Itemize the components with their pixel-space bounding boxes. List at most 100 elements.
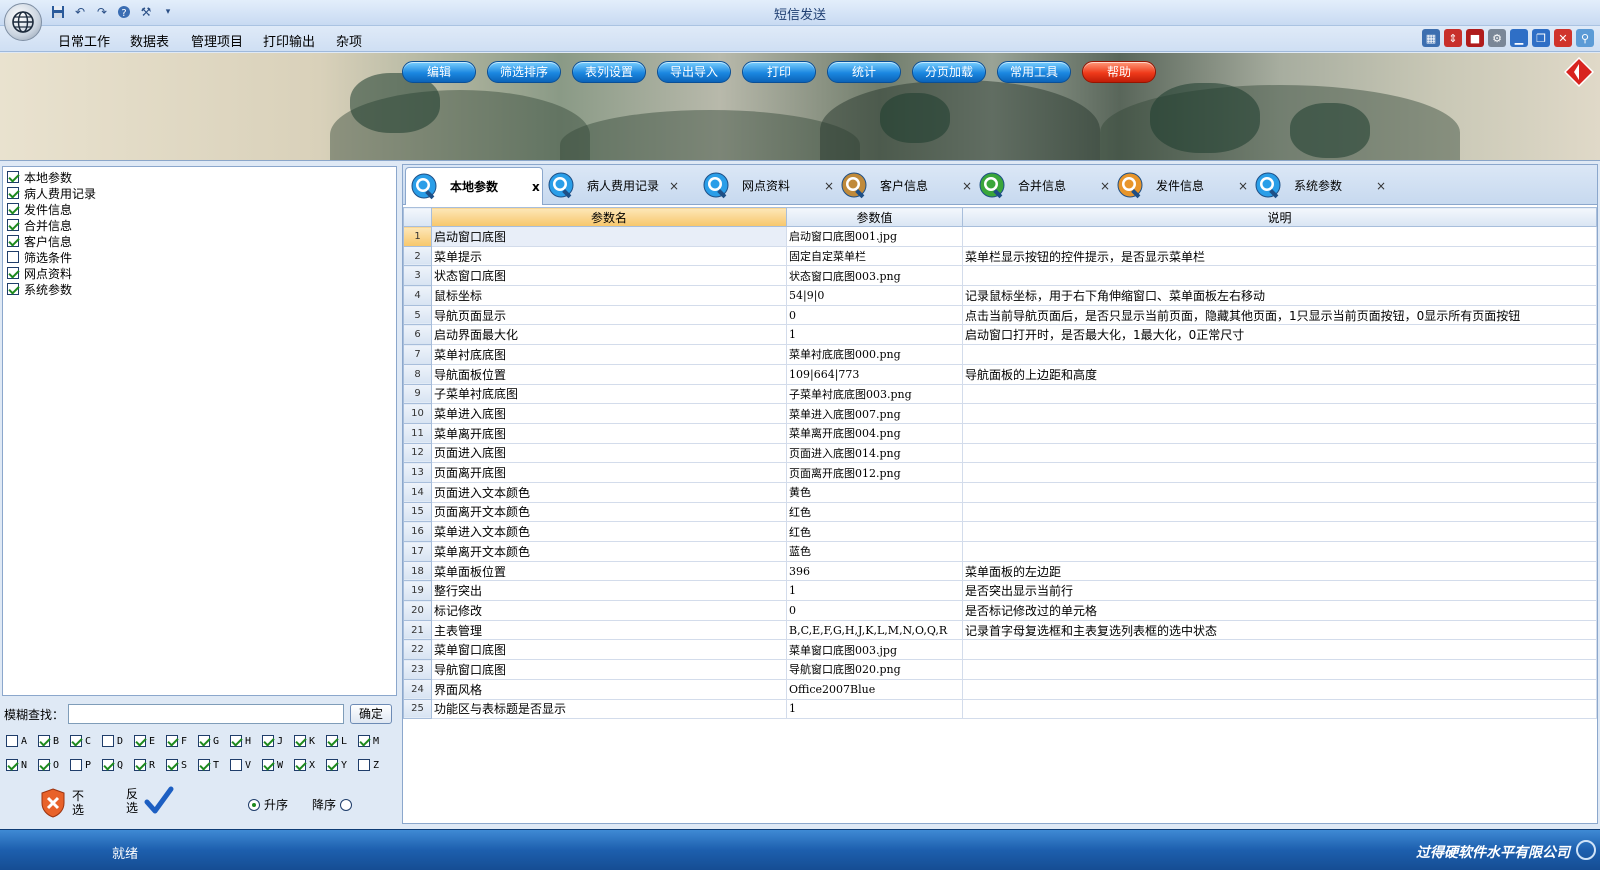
- cell-param-value[interactable]: Office2007Blue: [786, 678, 963, 700]
- cell-description[interactable]: [962, 481, 1597, 503]
- row-number[interactable]: 15: [403, 501, 432, 523]
- cell-param-value[interactable]: 396: [786, 560, 963, 582]
- checkbox[interactable]: [7, 171, 19, 183]
- checklist-item[interactable]: 发件信息: [7, 201, 392, 217]
- row-number[interactable]: 23: [403, 659, 432, 680]
- cell-description[interactable]: 启动窗口打开时，是否最大化，1最大化，0正常尺寸: [962, 324, 1597, 346]
- row-number[interactable]: 10: [403, 403, 432, 424]
- cell-param-name[interactable]: 菜单提示: [431, 245, 787, 267]
- cell-param-value[interactable]: 0: [786, 304, 963, 326]
- letter-checkbox[interactable]: [198, 735, 210, 747]
- letter-checkbox[interactable]: [70, 759, 82, 771]
- cell-description[interactable]: [962, 422, 1597, 444]
- row-number[interactable]: 6: [403, 324, 432, 346]
- cell-param-name[interactable]: 菜单离开文本颜色: [431, 541, 787, 562]
- table-row[interactable]: 10 菜单进入底图 菜单进入底图007.png: [403, 403, 1597, 424]
- cell-param-value[interactable]: 红色: [786, 521, 963, 542]
- tab-item[interactable]: 病人费用记录 ×: [543, 167, 681, 204]
- cell-param-value[interactable]: 红色: [786, 501, 963, 523]
- sort-descending-radio[interactable]: 降序: [312, 796, 353, 813]
- calendar-icon[interactable]: ▦: [1422, 29, 1440, 47]
- undo-icon[interactable]: ↶: [72, 4, 88, 20]
- letter-filter-item[interactable]: H: [230, 735, 262, 747]
- tab-close-icon[interactable]: ×: [1238, 179, 1248, 193]
- letter-checkbox[interactable]: [38, 759, 50, 771]
- row-number[interactable]: 21: [403, 619, 432, 641]
- letter-filter-item[interactable]: Q: [102, 759, 134, 771]
- cell-param-name[interactable]: 菜单进入文本颜色: [431, 521, 787, 542]
- cell-description[interactable]: [962, 383, 1597, 405]
- checklist-item[interactable]: 系统参数: [7, 281, 392, 297]
- row-number[interactable]: 7: [403, 344, 432, 365]
- letter-filter-item[interactable]: P: [70, 759, 102, 771]
- letter-filter-item[interactable]: N: [6, 759, 38, 771]
- letter-filter-item[interactable]: M: [358, 735, 390, 747]
- cell-param-value[interactable]: 菜单离开底图004.png: [786, 422, 963, 444]
- cell-param-value[interactable]: 54|9|0: [786, 285, 963, 306]
- checkbox[interactable]: [7, 283, 19, 295]
- letter-checkbox[interactable]: [6, 759, 18, 771]
- cell-description[interactable]: [962, 521, 1597, 542]
- tab-item[interactable]: 本地参数 x: [405, 167, 543, 205]
- letter-checkbox[interactable]: [262, 759, 274, 771]
- cell-param-value[interactable]: 黄色: [786, 481, 963, 503]
- letter-filter-item[interactable]: W: [262, 759, 294, 771]
- cell-description[interactable]: 是否突出显示当前行: [962, 580, 1597, 602]
- resize-grip-icon[interactable]: [1576, 840, 1596, 860]
- letter-checkbox[interactable]: [6, 735, 18, 747]
- letter-filter-item[interactable]: D: [102, 735, 134, 747]
- row-number[interactable]: 17: [403, 541, 432, 562]
- letter-filter-item[interactable]: G: [198, 735, 230, 747]
- letter-filter-item[interactable]: Y: [326, 759, 358, 771]
- nav-edit-button[interactable]: 编辑: [402, 61, 476, 83]
- row-number[interactable]: 9: [403, 383, 432, 405]
- checkbox[interactable]: [7, 251, 19, 263]
- cell-param-value[interactable]: 页面进入底图014.png: [786, 442, 963, 464]
- cell-param-value[interactable]: 子菜单衬底底图003.png: [786, 383, 963, 405]
- tab-item[interactable]: 客户信息 ×: [836, 167, 974, 204]
- stop-icon[interactable]: ■: [1466, 29, 1484, 47]
- row-number[interactable]: 12: [403, 442, 432, 464]
- letter-filter-item[interactable]: X: [294, 759, 326, 771]
- table-row[interactable]: 15 页面离开文本颜色 红色: [403, 501, 1597, 523]
- desc-radio-circle[interactable]: [340, 798, 353, 811]
- cell-description[interactable]: [962, 541, 1597, 562]
- cell-description[interactable]: [962, 639, 1597, 661]
- nav-statistics-button[interactable]: 统计: [827, 61, 901, 83]
- cell-description[interactable]: 菜单面板的左边距: [962, 560, 1597, 582]
- checkbox[interactable]: [7, 187, 19, 199]
- row-number[interactable]: 22: [403, 639, 432, 661]
- letter-checkbox[interactable]: [70, 735, 82, 747]
- tab-item[interactable]: 系统参数 ×: [1250, 167, 1388, 204]
- table-row[interactable]: 5 导航页面显示 0 点击当前导航页面后，是否只显示当前页面，隐藏其他页面，1只显示当…: [403, 304, 1597, 326]
- row-number[interactable]: 2: [403, 245, 432, 267]
- nav-filter-sort-button[interactable]: 筛选排序: [487, 61, 561, 83]
- cell-param-name[interactable]: 子菜单衬底底图: [431, 383, 787, 405]
- letter-checkbox[interactable]: [326, 759, 338, 771]
- checklist-item[interactable]: 筛选条件: [7, 249, 392, 265]
- cell-description[interactable]: 记录鼠标坐标，用于右下角伸缩窗口、菜单面板左右移动: [962, 285, 1597, 306]
- letter-filter-item[interactable]: C: [70, 735, 102, 747]
- table-row[interactable]: 18 菜单面板位置 396 菜单面板的左边距: [403, 560, 1597, 582]
- menu-data-table[interactable]: 数据表: [130, 31, 169, 50]
- redo-icon[interactable]: ↷: [94, 4, 110, 20]
- letter-checkbox[interactable]: [326, 735, 338, 747]
- cell-description[interactable]: [962, 501, 1597, 523]
- cell-param-value[interactable]: 0: [786, 600, 963, 621]
- table-row[interactable]: 1 启动窗口底图 启动窗口底图001.jpg: [403, 226, 1597, 247]
- row-number[interactable]: 24: [403, 678, 432, 700]
- cell-description[interactable]: [962, 678, 1597, 700]
- cell-param-name[interactable]: 整行突出: [431, 580, 787, 602]
- cell-param-name[interactable]: 鼠标坐标: [431, 285, 787, 306]
- row-number[interactable]: 3: [403, 265, 432, 287]
- menu-manage-items[interactable]: 管理项目: [191, 31, 243, 50]
- cell-param-name[interactable]: 页面离开文本颜色: [431, 501, 787, 523]
- table-row[interactable]: 25 功能区与表标题是否显示 1: [403, 698, 1597, 720]
- menu-misc[interactable]: 杂项: [336, 31, 362, 50]
- cell-param-name[interactable]: 页面进入文本颜色: [431, 481, 787, 503]
- letter-filter-item[interactable]: T: [198, 759, 230, 771]
- checklist-item[interactable]: 网点资料: [7, 265, 392, 281]
- tab-close-icon[interactable]: ×: [669, 179, 679, 193]
- select-none-button[interactable]: 不选: [40, 788, 86, 818]
- invert-selection-button[interactable]: 反选: [126, 786, 174, 816]
